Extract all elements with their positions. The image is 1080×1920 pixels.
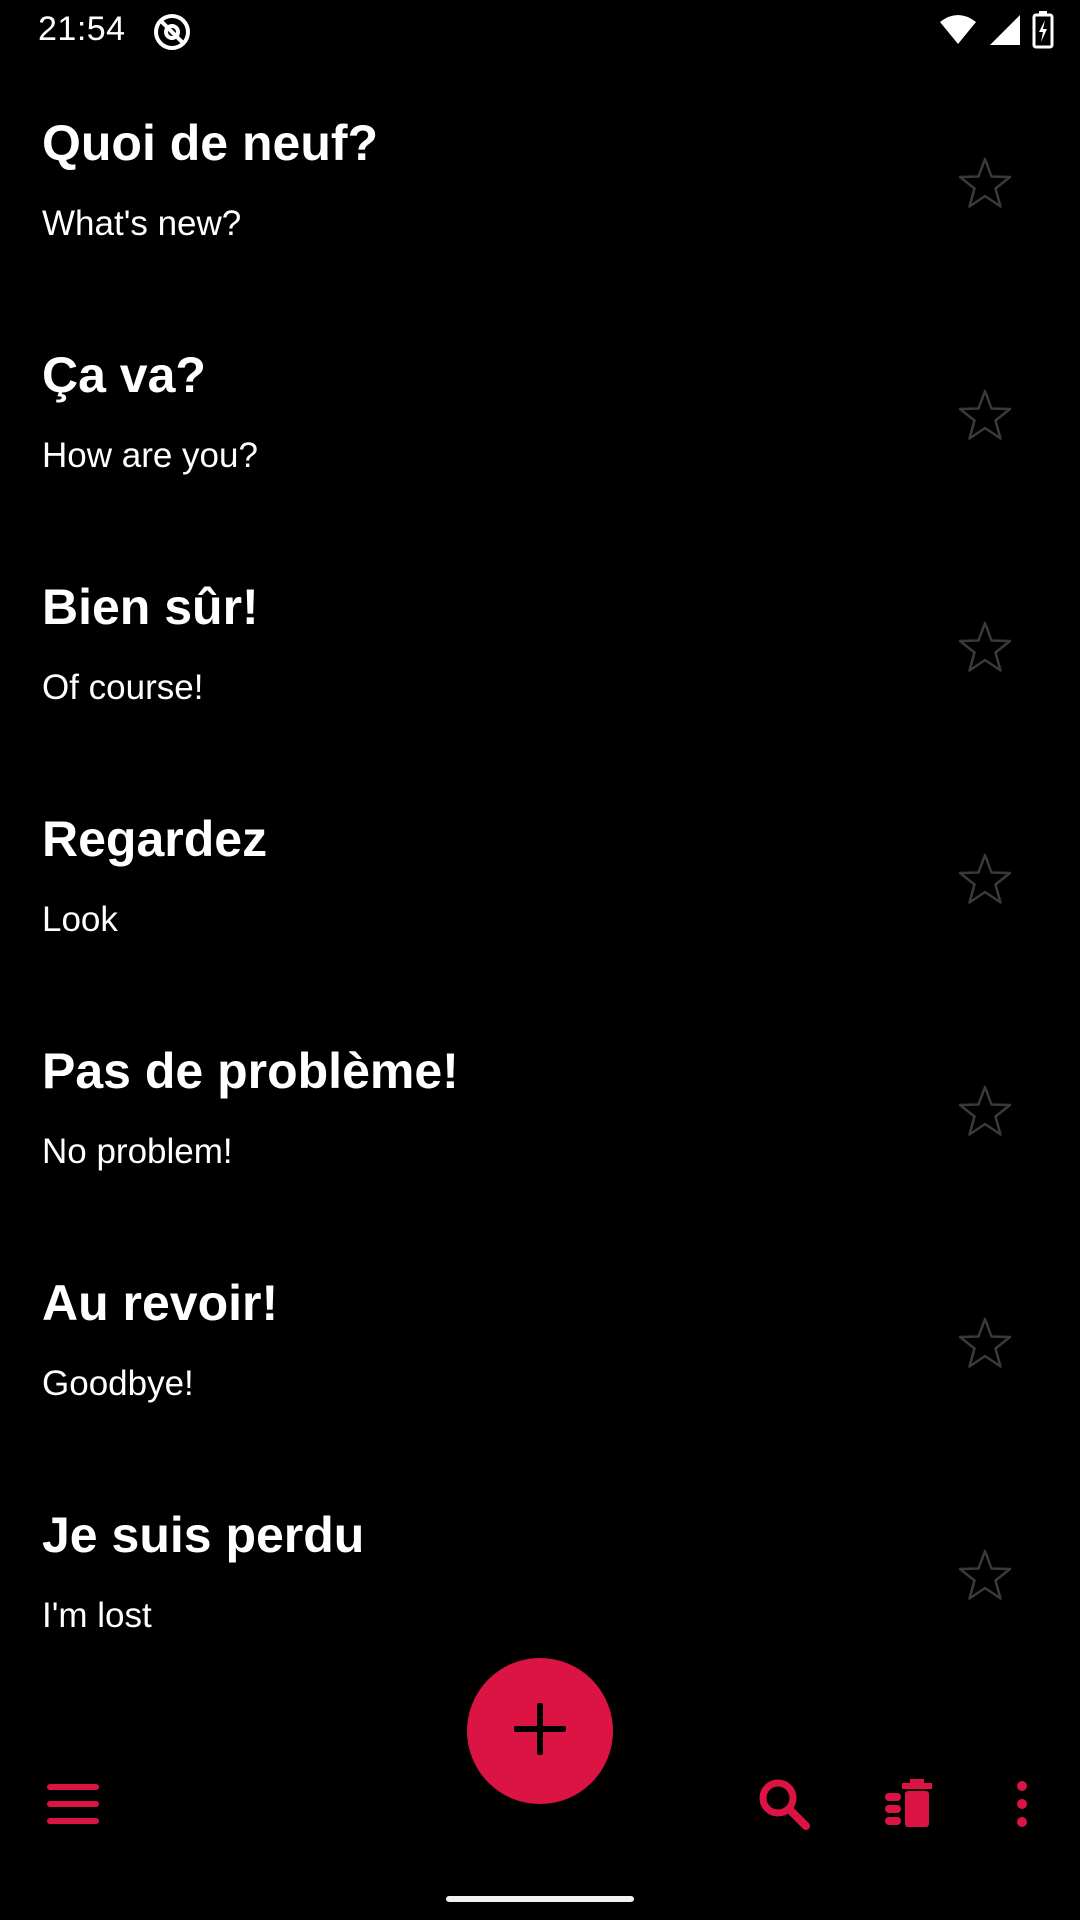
star-icon[interactable] — [954, 616, 1016, 678]
phrase-french: Ça va? — [42, 347, 206, 403]
phrase-french: Pas de problème! — [42, 1043, 459, 1099]
phrase-french: Bien sûr! — [42, 579, 259, 635]
phrase-list: Quoi de neuf? What's new? Ça va? How are… — [0, 64, 1080, 1688]
star-icon[interactable] — [954, 1312, 1016, 1374]
signal-icon — [988, 13, 1022, 52]
phrase-english: Goodbye! — [42, 1364, 194, 1403]
plus-icon — [510, 1699, 570, 1764]
star-icon[interactable] — [954, 384, 1016, 446]
list-item[interactable]: Je suis perdu I'm lost — [0, 1456, 1080, 1688]
star-icon[interactable] — [954, 848, 1016, 910]
phrase-english: Of course! — [42, 668, 204, 707]
list-item[interactable]: Regardez Look — [0, 760, 1080, 992]
star-icon[interactable] — [954, 1544, 1016, 1606]
list-item[interactable]: Pas de problème! No problem! — [0, 992, 1080, 1224]
menu-icon[interactable] — [41, 1772, 105, 1836]
phrase-english: No problem! — [42, 1132, 233, 1171]
phrase-french: Quoi de neuf? — [42, 115, 379, 171]
list-item[interactable]: Quoi de neuf? What's new? — [0, 64, 1080, 296]
status-time: 21:54 — [38, 10, 126, 48]
at-sign-icon — [152, 12, 192, 52]
delete-all-icon[interactable] — [880, 1772, 944, 1836]
phrase-english: I'm lost — [42, 1596, 152, 1635]
status-icons — [938, 10, 1054, 54]
phrase-french: Au revoir! — [42, 1275, 279, 1331]
list-item[interactable]: Au revoir! Goodbye! — [0, 1224, 1080, 1456]
phrase-french: Regardez — [42, 811, 268, 867]
phrase-french: Je suis perdu — [42, 1507, 365, 1563]
phrase-english: Look — [42, 900, 118, 939]
more-vert-icon[interactable] — [990, 1772, 1054, 1836]
phrase-english: How are you? — [42, 436, 258, 475]
battery-charging-icon — [1032, 10, 1054, 54]
list-item[interactable]: Ça va? How are you? — [0, 296, 1080, 528]
list-item[interactable]: Bien sûr! Of course! — [0, 528, 1080, 760]
status-bar: 21:54 — [0, 0, 1080, 64]
star-icon[interactable] — [954, 1080, 1016, 1142]
search-icon[interactable] — [752, 1772, 816, 1836]
phrase-english: What's new? — [42, 204, 242, 243]
gesture-nav-handle[interactable] — [446, 1896, 634, 1902]
star-icon[interactable] — [954, 152, 1016, 214]
wifi-icon — [938, 14, 978, 51]
add-phrase-button[interactable] — [467, 1658, 613, 1804]
